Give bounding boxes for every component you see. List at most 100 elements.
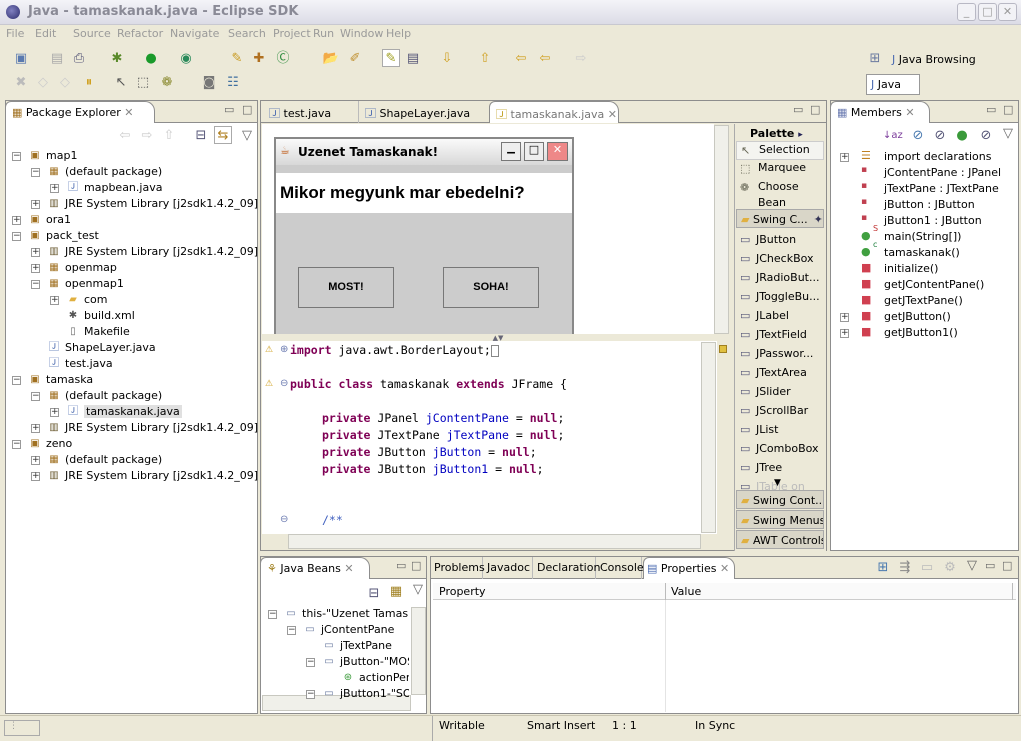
collapse-icon[interactable]: −	[268, 610, 277, 619]
warning-marker-icon[interactable]	[719, 345, 727, 353]
last-edit-icon[interactable]: ⇦	[512, 50, 530, 68]
collapse-all-icon[interactable]: ⊟	[365, 585, 383, 603]
member-item[interactable]: main(String[])	[884, 229, 961, 245]
member-item[interactable]: jContentPane : JPanel	[884, 165, 1001, 181]
jbutton-soha[interactable]: SOHA!	[443, 267, 539, 308]
fast-view-bar[interactable]: ⋮	[4, 720, 40, 736]
close-icon[interactable]: ✕	[344, 562, 353, 575]
bean-item[interactable]: ▭ jButton1-"SOHA!"	[322, 686, 409, 702]
delete-icon[interactable]: ✖	[12, 74, 30, 92]
tree-item[interactable]: 🄹test.java	[47, 356, 113, 372]
minimize-view-icon[interactable]: ▭	[793, 103, 803, 116]
search-icon[interactable]: ✐	[346, 50, 364, 68]
link-with-editor-icon[interactable]: ⇆	[214, 126, 232, 144]
tree-item[interactable]: ▣ zeno	[28, 436, 72, 452]
tree-item[interactable]: ▥ JRE System Library [j2sdk1.4.2_09]	[47, 196, 258, 212]
pause-icon[interactable]: ⏸	[80, 74, 98, 92]
marquee-icon[interactable]: ⬚	[134, 74, 152, 92]
tree-item[interactable]: 🄹mapbean.java	[66, 180, 162, 196]
minimize-button[interactable]: _	[957, 3, 976, 21]
tab-java-beans[interactable]: ⚘ Java Beans ✕	[260, 557, 370, 579]
jframe-preview[interactable]: ☕ Uzenet Tamaskanak! ▁ □ ✕ Mikor megyunk…	[274, 137, 574, 334]
tab-tamaskanak-java[interactable]: 🄹 tamaskanak.java ✕	[489, 101, 619, 123]
member-item[interactable]: tamaskanak()	[884, 245, 960, 261]
choose-bean-icon[interactable]: ❁	[158, 74, 176, 92]
minimize-view-icon[interactable]: ▭	[396, 559, 406, 572]
collapse-icon[interactable]: −	[12, 376, 21, 385]
jbutton-most[interactable]: MOST!	[298, 267, 394, 308]
bean-item[interactable]: ▭ this-"Uzenet Tamaskanak!"	[284, 606, 409, 622]
up-icon[interactable]: ⇧	[160, 127, 178, 145]
palette-item[interactable]: ▭ JTree	[736, 458, 824, 477]
collapse-icon[interactable]: −	[12, 440, 21, 449]
back-icon[interactable]: ⇦	[116, 127, 134, 145]
sort-icon[interactable]: ↓az	[883, 127, 903, 145]
palette-collapse-icon[interactable]: ▸	[798, 130, 803, 140]
collapse-icon[interactable]: −	[306, 690, 315, 699]
palette-drawer[interactable]: ▰ Swing Menus	[736, 510, 824, 529]
external-tools-icon[interactable]: ◉	[177, 50, 195, 68]
properties-icon[interactable]: ☷	[224, 74, 242, 92]
align-right-icon[interactable]: ◇	[56, 74, 74, 92]
maximize-view-icon[interactable]: □	[810, 103, 820, 116]
palette-item[interactable]: ▭ JList	[736, 420, 824, 439]
tree-item[interactable]: ▥ JRE System Library [j2sdk1.4.2_09]	[47, 420, 258, 436]
column-value[interactable]: Value	[671, 585, 701, 598]
view-menu-icon[interactable]: ▽	[963, 557, 981, 575]
menu-window[interactable]: Window	[340, 27, 383, 40]
tab-declaration[interactable]: Declaration	[534, 557, 600, 579]
expand-icon[interactable]: +	[840, 329, 849, 338]
tree-item[interactable]: ▦ openmap1	[47, 276, 124, 292]
tree-item[interactable]: ▥ JRE System Library [j2sdk1.4.2_09]	[47, 468, 258, 484]
collapse-icon[interactable]: −	[12, 152, 21, 161]
mark-occurrences-icon[interactable]: ✎	[382, 49, 400, 67]
column-divider[interactable]	[1012, 583, 1013, 600]
run-icon[interactable]: ●	[142, 50, 160, 68]
filter-icon[interactable]: ⚙	[941, 559, 959, 577]
bean-item[interactable]: ▭ jButton-"MOST!"	[322, 654, 409, 670]
expand-icon[interactable]: +	[31, 200, 40, 209]
tree-item[interactable]: ▣ ora1	[28, 212, 71, 228]
expand-icon[interactable]: +	[31, 248, 40, 257]
save-icon[interactable]: ▤	[48, 50, 66, 68]
minimize-view-icon[interactable]: ▭	[224, 103, 234, 116]
hide-non-public-icon[interactable]: ●	[953, 127, 971, 145]
palette-drawer[interactable]: ▰ AWT Controls	[736, 530, 824, 549]
preview-icon[interactable]: ◙	[200, 74, 218, 92]
view-menu-icon[interactable]: ▽	[409, 581, 427, 599]
code-vertical-scrollbar[interactable]	[701, 342, 716, 533]
view-menu-icon[interactable]: ▽	[238, 127, 256, 145]
palette-drawer-swing-components[interactable]: ▰ Swing C... ✦	[736, 209, 824, 228]
designer-vertical-scrollbar[interactable]	[714, 125, 729, 334]
menu-search[interactable]: Search	[228, 27, 266, 40]
palette-item[interactable]: ▭ JScrollBar	[736, 401, 824, 420]
beans-vertical-scrollbar[interactable]	[411, 607, 426, 695]
tab-package-explorer[interactable]: ▦ Package Explorer ✕	[5, 101, 155, 123]
palette-tool[interactable]: ❁ Choose Bean	[736, 179, 824, 207]
selection-arrow-icon[interactable]: ↖	[112, 74, 130, 92]
maximize-view-icon[interactable]: □	[1002, 559, 1012, 572]
new-icon[interactable]: ▣	[12, 50, 30, 68]
pin-icon[interactable]: ✦	[814, 213, 823, 226]
close-icon[interactable]: ✕	[124, 106, 133, 119]
tree-item[interactable]: ▣ tamaska	[28, 372, 93, 388]
close-icon[interactable]: ✕	[905, 106, 914, 119]
expand-icon[interactable]: +	[840, 313, 849, 322]
perspective-java-browsing[interactable]: J Java Browsing	[892, 53, 976, 66]
show-categories-icon[interactable]: ⊞	[874, 559, 892, 577]
expand-icon[interactable]: +	[31, 472, 40, 481]
column-property[interactable]: Property	[439, 585, 486, 598]
maximize-view-icon[interactable]: □	[411, 559, 421, 572]
open-type-icon[interactable]: 📂	[322, 50, 340, 68]
palette-item[interactable]: ▭ JSlider	[736, 382, 824, 401]
member-item[interactable]: getJContentPane()	[884, 277, 984, 293]
palette-tool[interactable]: ↖ Selection	[736, 141, 824, 160]
palette-item[interactable]: ▭ JToggleBu...	[736, 287, 824, 306]
tree-item[interactable]: ▦ (default package)	[47, 452, 162, 468]
tree-item[interactable]: ▦ (default package)	[47, 388, 162, 404]
palette-item[interactable]: ▭ JRadioBut...	[736, 268, 824, 287]
code-horizontal-scrollbar[interactable]	[288, 534, 701, 549]
designer-source-splitter[interactable]: ▲▼	[262, 334, 734, 342]
show-events-icon[interactable]: ▦	[387, 583, 405, 601]
expand-icon[interactable]: +	[50, 408, 59, 417]
